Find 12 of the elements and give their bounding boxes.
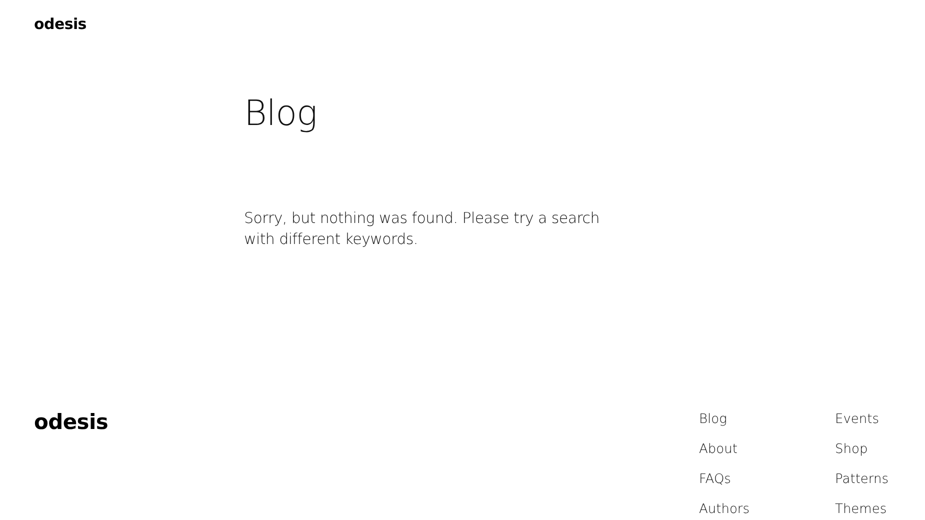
footer-nav-link[interactable]: Themes [835, 500, 895, 519]
page-title: Blog [244, 93, 318, 136]
footer-nav-link[interactable]: Patterns [835, 470, 895, 489]
footer-nav-link[interactable]: FAQs [699, 470, 835, 489]
footer-site-title[interactable]: odesis [34, 410, 108, 519]
footer-nav-link[interactable]: Events [835, 410, 895, 429]
footer-nav-link[interactable]: Authors [699, 500, 835, 519]
footer-nav-link[interactable]: Shop [835, 440, 895, 459]
footer-nav-link[interactable]: Blog [699, 410, 835, 429]
no-results-message: Sorry, but nothing was found. Please try a search with different keywords. [244, 208, 600, 250]
site-title[interactable]: odesis [34, 15, 86, 33]
footer-nav-link[interactable]: About [699, 440, 835, 459]
